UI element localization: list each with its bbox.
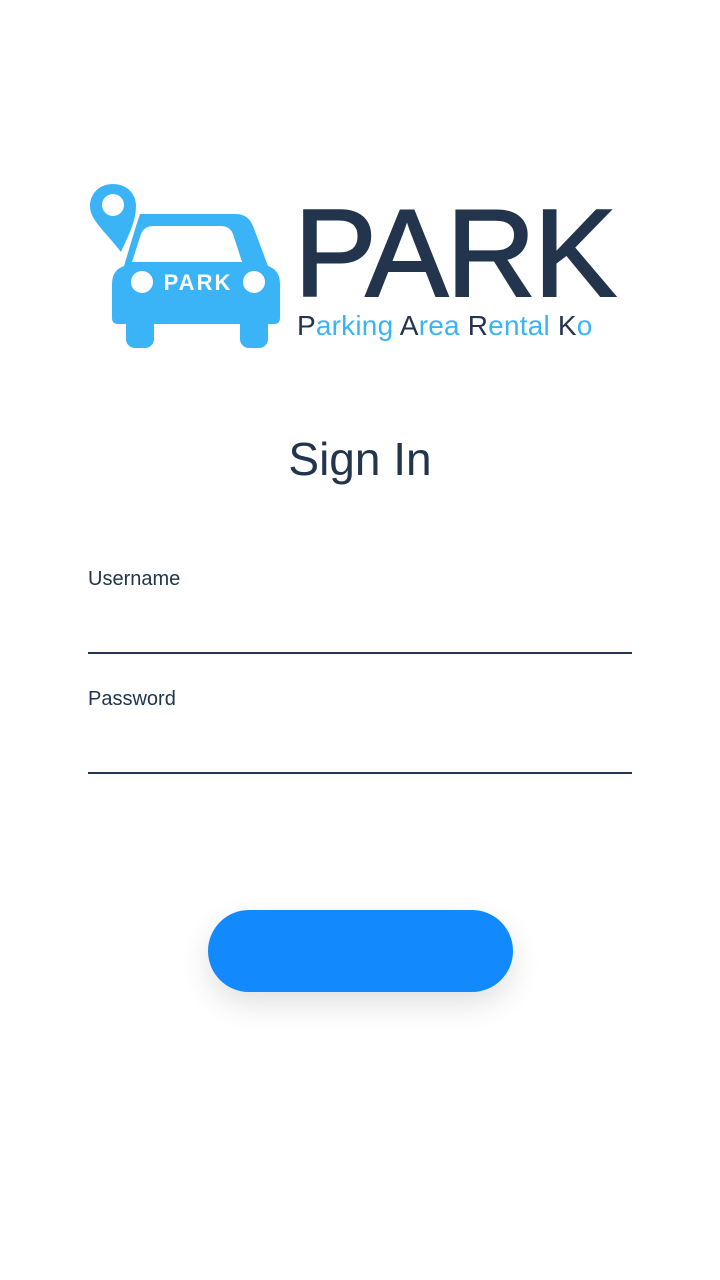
tagline-capital: K [557,310,577,341]
tagline-text: o [576,310,593,341]
car-badge-label: PARK [164,270,233,295]
tagline-text: ental [488,310,558,341]
brand-title: PARK [293,185,617,323]
sign-in-button[interactable] [208,910,513,992]
tagline-capital: R [467,310,489,341]
username-field-group: Username [88,566,632,654]
brand-tagline: Parking Area Rental Ko [297,310,593,342]
username-input[interactable] [88,604,632,654]
car-icon: PARK [90,184,280,348]
username-label: Username [88,568,181,590]
tagline-text: rea [418,310,468,341]
tagline-capital: P [297,310,316,341]
location-pin-icon [90,184,136,252]
tagline-capital: A [399,310,419,341]
password-field-group: Password [88,686,632,774]
password-label: Password [88,688,176,710]
app-logo: PARK PARK Parking Area Rental Ko [88,180,638,352]
tagline-text: arking [315,310,400,341]
page-title: Sign In [288,433,432,485]
password-input[interactable] [88,724,632,774]
